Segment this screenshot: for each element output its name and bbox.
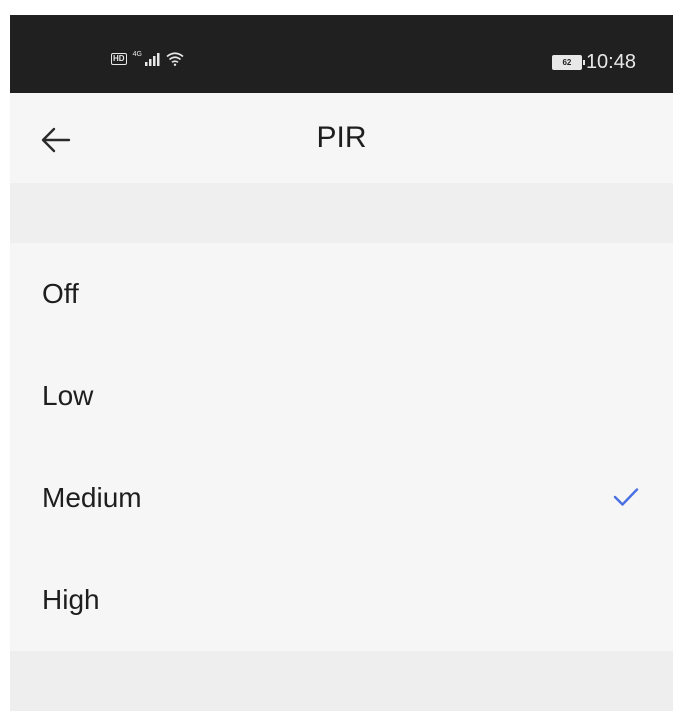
option-medium[interactable]: Medium [10,447,673,549]
status-right-group: 62 10:48 [551,51,636,74]
status-time: 10:48 [585,51,636,73]
hd-badge: HD [111,53,127,65]
wifi-icon [166,52,184,66]
signal-icon [144,52,160,66]
page-title: PIR [316,121,367,154]
option-label: High [42,584,100,615]
footer-spacer [10,651,673,711]
option-low[interactable]: Low [10,345,673,447]
status-bar: HD 4G 62 10:48 [10,15,673,93]
option-label: Low [42,380,94,411]
option-label: Off [42,278,79,309]
option-high[interactable]: High [10,549,673,651]
option-label: Medium [42,482,142,513]
arrow-left-icon [41,127,71,153]
option-off[interactable]: Off [10,243,673,345]
battery-level: 62 [562,58,572,67]
section-spacer [10,183,673,243]
phone-screen: HD 4G 62 10:48 PIR Off Low Medium High [10,15,673,711]
check-icon [613,488,639,506]
status-left-group: HD 4G [111,50,184,66]
app-bar: PIR [10,93,673,183]
battery-icon: 62 [551,55,585,70]
back-button[interactable] [36,123,76,157]
pir-options-list: Off Low Medium High [10,243,673,651]
network-type-label: 4G [132,50,142,58]
